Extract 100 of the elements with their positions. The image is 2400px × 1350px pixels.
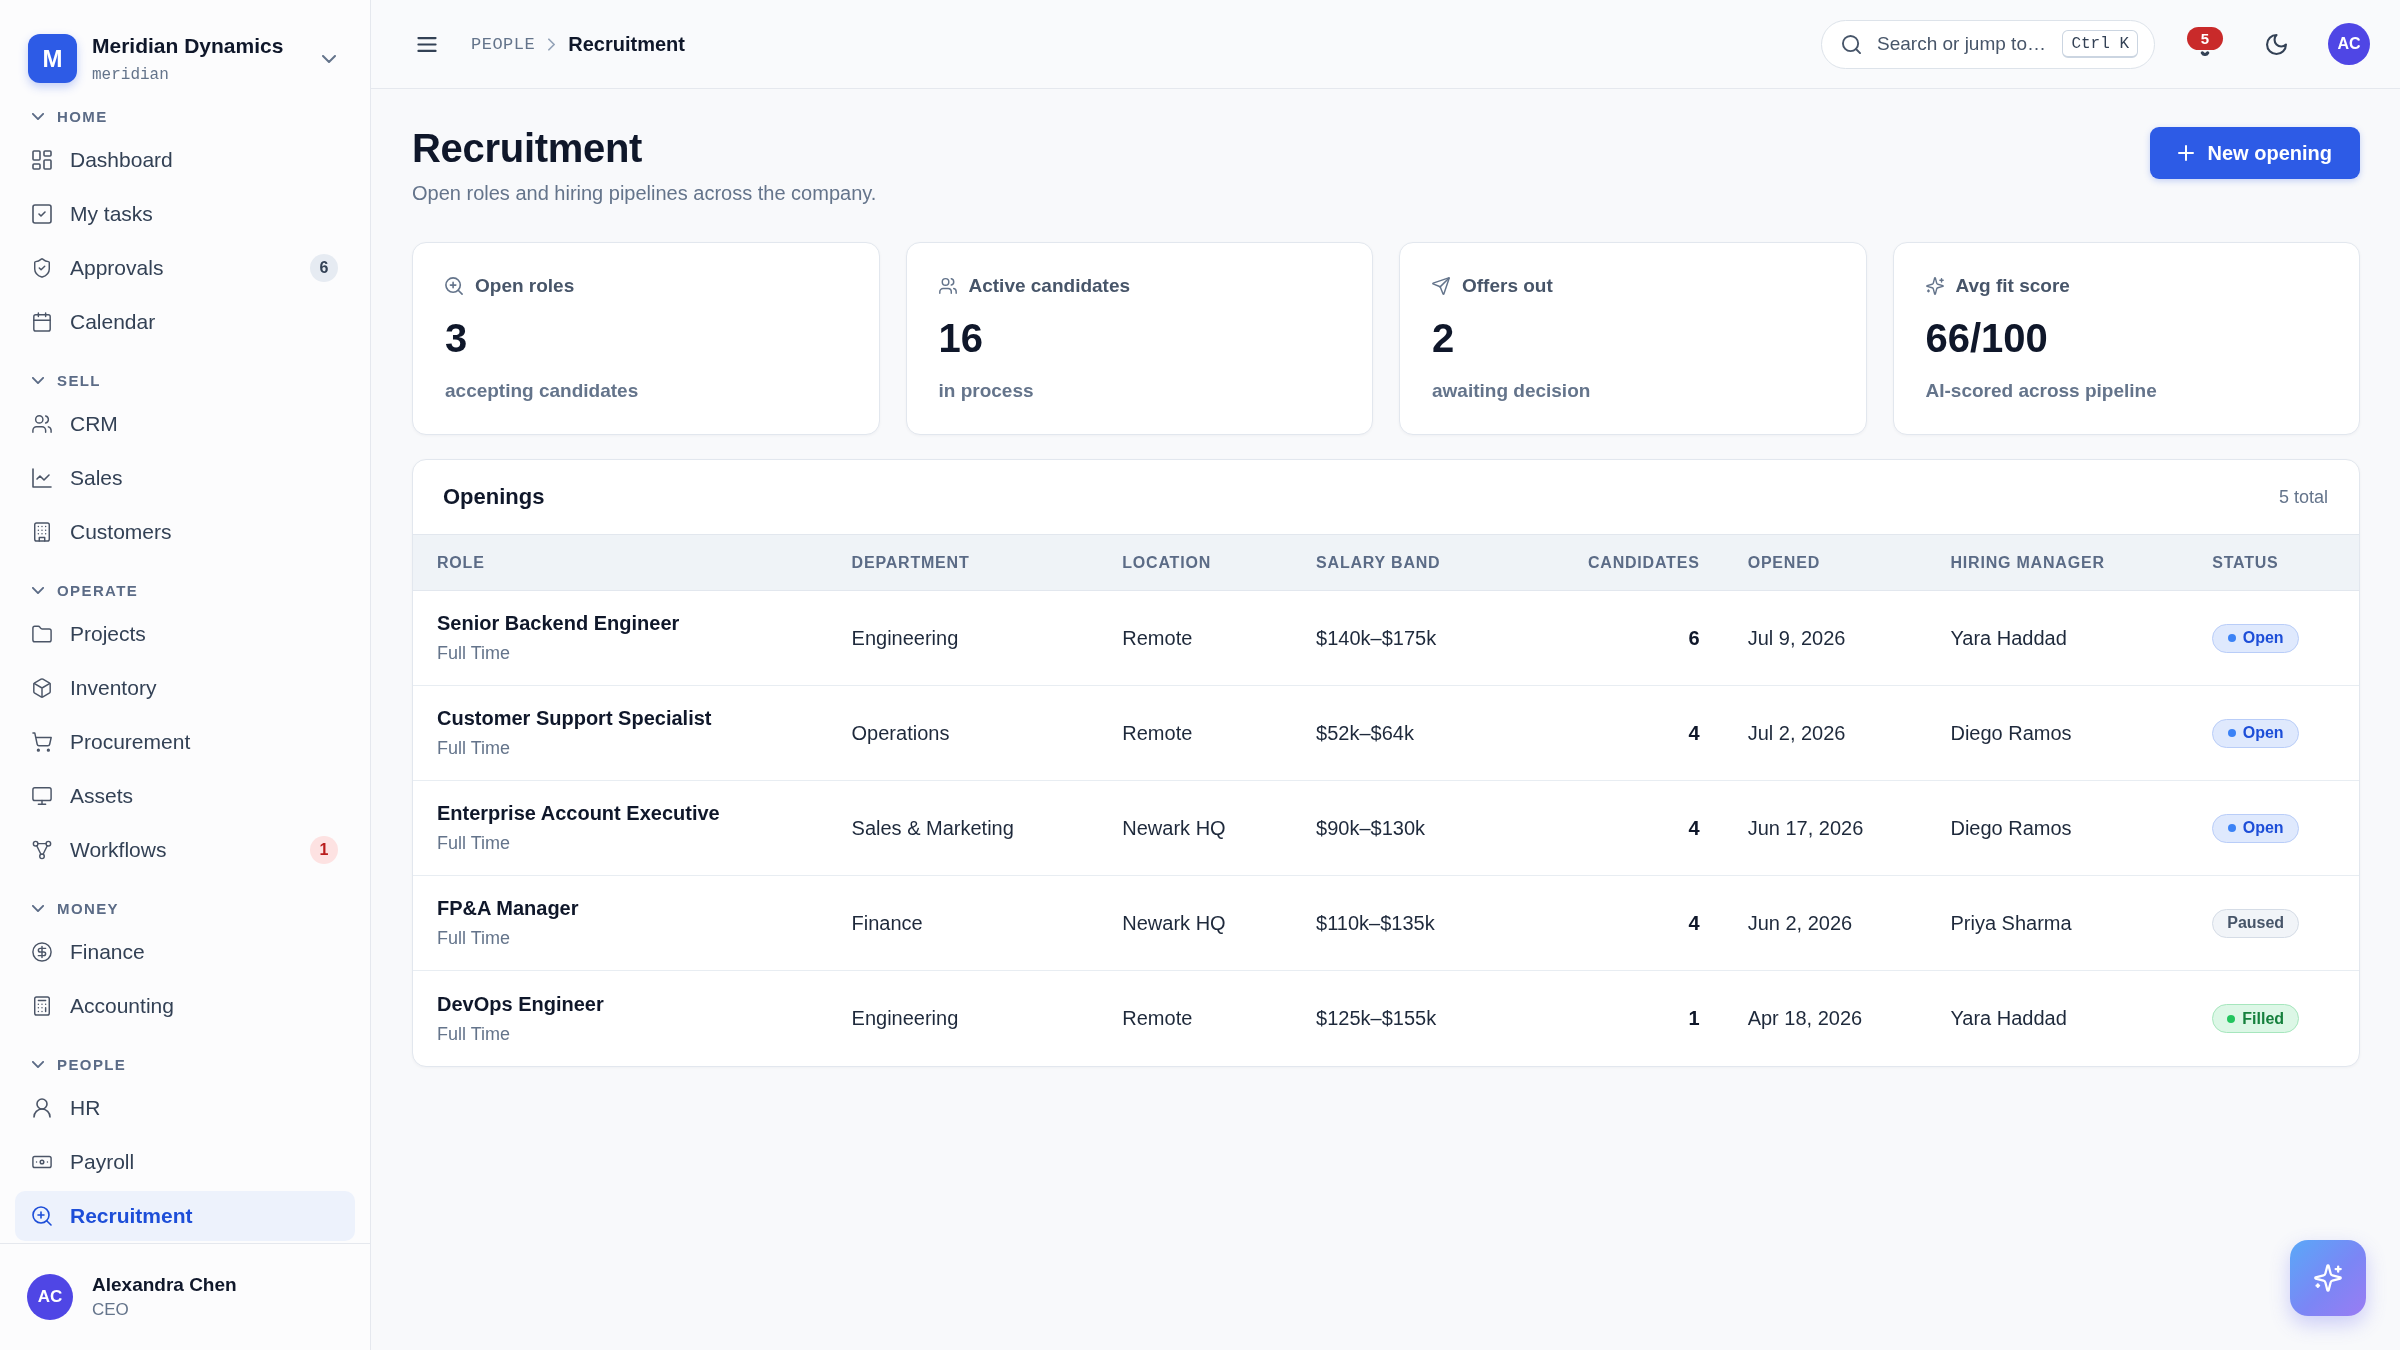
paper-plane-icon (1432, 277, 1450, 295)
workspace-logo: M (28, 34, 77, 83)
sidebar-item[interactable]: Approvals 6 (15, 243, 355, 293)
sidebar-item[interactable]: Recruitment (15, 1191, 355, 1241)
sidebar-item[interactable]: CRM (15, 399, 355, 449)
status-badge: Open (2212, 623, 2300, 653)
sidebar-item[interactable]: Customers (15, 507, 355, 557)
sidebar-item[interactable]: Dashboard (15, 135, 355, 185)
panel-title: Openings (443, 484, 545, 510)
calendar-icon (32, 312, 52, 332)
sidebar-item[interactable]: Sales (15, 453, 355, 503)
stat-label: Active candidates (968, 275, 1131, 297)
section-toggle[interactable]: SELL (15, 364, 355, 396)
workspace-name: Meridian Dynamics (92, 32, 284, 58)
table-cell: Jun 2, 2026 (1747, 911, 1853, 935)
section-toggle[interactable]: OPERATE (15, 574, 355, 606)
role-name: FP&A Manager (437, 896, 579, 920)
table-cell: Sales & Marketing (851, 816, 1014, 840)
status-badge: Open (2212, 813, 2300, 843)
status-dot-icon (2227, 634, 2236, 642)
table-cell: Engineering (851, 1007, 959, 1030)
bell-icon[interactable] (2200, 50, 2210, 56)
sidebar-item[interactable]: Calendar (15, 297, 355, 347)
stat-caption: accepting candidates (445, 379, 639, 403)
column-header: LOCATION (1122, 553, 1212, 572)
stat-caption: AI-scored across pipeline (1925, 379, 2157, 403)
stat-caption: awaiting decision (1432, 379, 1591, 403)
role-name: Enterprise Account Executive (437, 801, 720, 825)
sparkles-icon (2314, 1264, 2342, 1292)
column-header: HIRING MANAGER (1950, 553, 2105, 572)
stat-value: 2 (1432, 315, 1455, 362)
stat-value: 16 (938, 315, 983, 362)
monitor-icon (32, 786, 52, 806)
section-toggle[interactable]: PEOPLE (15, 1048, 355, 1080)
table-cell: Operations (851, 721, 950, 745)
stat-label: Offers out (1462, 275, 1553, 297)
employment-type: Full Time (437, 737, 510, 760)
sidebar-item[interactable]: Projects (15, 609, 355, 659)
sidebar-item[interactable]: Payroll (15, 1137, 355, 1187)
table-cell: 1 (1688, 1007, 1700, 1030)
keyboard-shortcut: Ctrl K (2062, 29, 2138, 58)
column-header: CANDIDATES (1587, 553, 1700, 572)
column-header: OPENED (1747, 553, 1820, 572)
stat-value: 3 (445, 315, 468, 362)
sidebar-item[interactable]: My tasks (15, 189, 355, 239)
page-subtitle: Open roles and hiring pipelines across the company. (412, 181, 877, 206)
breadcrumb-link[interactable]: PEOPLE (471, 34, 536, 54)
plus-icon (2177, 145, 2194, 161)
users-icon (32, 414, 52, 434)
table-cell: Remote (1122, 1007, 1193, 1030)
sidebar-item[interactable]: HR (15, 1083, 355, 1133)
chevron-right-icon (548, 37, 556, 51)
breadcrumb-current: Recruitment (568, 32, 685, 56)
check-square-icon (32, 204, 52, 224)
stat-label: Open roles (475, 275, 575, 297)
ai-assistant-button[interactable] (2290, 1240, 2366, 1316)
sidebar-item[interactable]: Accounting (15, 981, 355, 1031)
sidebar-item[interactable]: Finance (15, 927, 355, 977)
sidebar-item[interactable]: Workflows 1 (15, 825, 355, 875)
sparkles-icon (1925, 277, 1944, 295)
building-icon (32, 522, 52, 542)
layout-grid-icon (32, 150, 52, 170)
role-name: Senior Backend Engineer (437, 611, 680, 635)
table-cell: Remote (1122, 721, 1193, 745)
stat-value: 66/100 (1925, 315, 2048, 362)
status-dot-icon (2227, 1014, 2236, 1023)
table-cell: Newark HQ (1122, 911, 1226, 935)
network-icon (32, 840, 52, 860)
chevron-down-icon[interactable] (322, 54, 336, 63)
user-name: Alexandra Chen (92, 1273, 237, 1297)
user-avatar[interactable]: AC (2328, 23, 2370, 65)
sidebar-item[interactable]: Inventory (15, 663, 355, 713)
table-cell: Newark HQ (1122, 816, 1226, 840)
status-badge: Open (2212, 718, 2300, 748)
table-cell: Finance (851, 911, 923, 935)
table-cell: 4 (1688, 911, 1700, 935)
new-opening-button[interactable]: New opening (2149, 127, 2360, 179)
table-cell: $52k–$64k (1316, 721, 1414, 745)
sidebar-item[interactable]: Procurement (15, 717, 355, 767)
column-header: DEPARTMENT (851, 553, 970, 572)
sidebar-item[interactable]: Assets (15, 771, 355, 821)
section-toggle[interactable]: MONEY (15, 892, 355, 924)
count-badge: 6 (310, 254, 338, 282)
folder-icon (32, 624, 52, 644)
table-cell: Apr 18, 2026 (1747, 1007, 1863, 1030)
table-cell: $140k–$175k (1316, 626, 1437, 650)
page-title: Recruitment (412, 125, 643, 172)
count-badge: 1 (310, 836, 338, 864)
moon-icon[interactable] (2266, 33, 2287, 55)
shield-check-icon (32, 258, 52, 278)
table-cell: Diego Ramos (1950, 721, 2072, 745)
role-name: DevOps Engineer (437, 991, 604, 1016)
user-avatar[interactable]: AC (27, 1274, 73, 1320)
section-toggle[interactable]: HOME (15, 100, 355, 132)
table-cell: Jun 17, 2026 (1747, 816, 1864, 840)
table-cell: Yara Haddad (1950, 626, 2067, 650)
stat-label: Avg fit score (1955, 275, 2070, 297)
menu-icon[interactable] (417, 36, 437, 52)
zoom-in-icon (445, 277, 463, 295)
table-cell: 6 (1688, 626, 1700, 650)
